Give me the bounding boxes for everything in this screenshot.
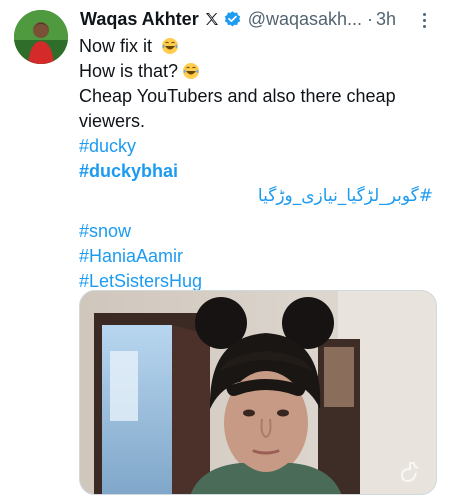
hashtag-duckybhai[interactable]: #duckybhai <box>79 159 439 184</box>
more-options-icon[interactable] <box>414 10 434 30</box>
hashtag-haniaaamir[interactable]: #HaniaAamir <box>79 244 439 269</box>
text-line: How is that? <box>79 59 439 84</box>
verified-badge-icon <box>223 10 242 29</box>
tweet[interactable]: Waqas Akhter @waqasakh... · 3h Now fix i… <box>0 0 452 500</box>
laughing-tears-emoji-icon <box>162 38 179 54</box>
separator-dot: · <box>367 8 374 29</box>
laughing-tears-emoji-icon <box>183 63 200 79</box>
text-line-2: How is that? <box>79 61 179 81</box>
avatar-image <box>14 10 68 64</box>
tweet-media-image[interactable] <box>79 290 437 495</box>
tweet-timestamp[interactable]: 3h <box>376 9 396 30</box>
text-line-3: Cheap YouTubers and also there cheap vie… <box>79 86 396 131</box>
text-line-1: Now fix it <box>79 36 153 56</box>
hashtag-snow[interactable]: #snow <box>79 219 439 244</box>
tweet-header: Waqas Akhter @waqasakh... · 3h <box>80 8 440 30</box>
author-name[interactable]: Waqas Akhter <box>80 9 199 30</box>
hashtag-ducky[interactable]: #ducky <box>79 134 439 159</box>
author-handle[interactable]: @waqasakh... <box>248 9 362 30</box>
x-logo-icon <box>204 11 220 27</box>
hashtag-urdu[interactable]: #گوبر_لڑگیا_نیازی_وڑگیا <box>79 184 439 209</box>
tweet-text: Now fix it How is that? Cheap YouTubers … <box>79 34 439 294</box>
avatar[interactable] <box>14 10 68 64</box>
text-line: Now fix it <box>79 34 439 59</box>
selfie-photo <box>80 291 436 494</box>
